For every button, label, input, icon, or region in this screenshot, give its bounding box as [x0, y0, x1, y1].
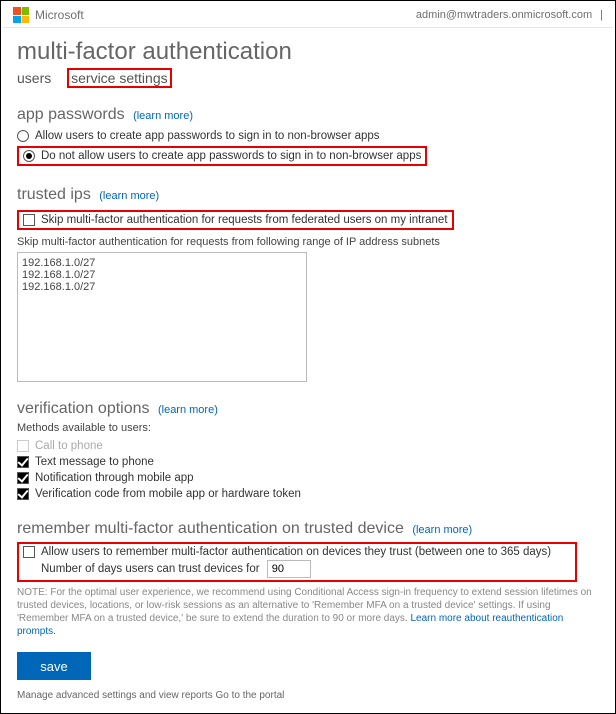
radio-disallow-app-passwords-label: Do not allow users to create app passwor… — [41, 150, 421, 162]
remember-mfa-learn-more-link[interactable]: (learn more) — [412, 524, 472, 536]
checkbox-skip-federated-label: Skip multi-factor authentication for req… — [41, 214, 448, 226]
header-divider: | — [600, 9, 603, 21]
radio-allow-app-passwords[interactable] — [17, 130, 29, 142]
trusted-ips-learn-more-link[interactable]: (learn more) — [99, 190, 159, 202]
checkbox-app-notification-label: Notification through mobile app — [35, 472, 194, 484]
section-remember-mfa: remember multi-factor authentication on … — [17, 520, 599, 538]
trust-days-input[interactable] — [267, 560, 311, 578]
subnet-range-label: Skip multi-factor authentication for req… — [17, 236, 599, 248]
header-bar: Microsoft admin@mwtraders.onmicrosoft.co… — [3, 3, 613, 28]
tab-users[interactable]: users — [17, 70, 51, 86]
verification-learn-more-link[interactable]: (learn more) — [158, 404, 218, 416]
checkbox-remember-mfa[interactable] — [23, 546, 35, 558]
checkbox-app-notification[interactable] — [17, 472, 29, 484]
page-title: multi-factor authentication — [17, 38, 599, 66]
trust-days-label: Number of days users can trust devices f… — [41, 563, 260, 575]
radio-disallow-app-passwords[interactable] — [23, 150, 35, 162]
checkbox-text-to-phone-label: Text message to phone — [35, 456, 154, 468]
save-button[interactable]: save — [17, 652, 91, 680]
section-app-passwords-label: app passwords — [17, 106, 125, 123]
radio-allow-app-passwords-label: Allow users to create app passwords to s… — [35, 130, 380, 142]
section-trusted-ips-label: trusted ips — [17, 186, 91, 203]
section-trusted-ips: trusted ips (learn more) — [17, 186, 599, 204]
section-app-passwords: app passwords (learn more) — [17, 106, 599, 124]
section-verification-options: verification options (learn more) — [17, 400, 599, 418]
checkbox-app-code[interactable] — [17, 488, 29, 500]
microsoft-logo-icon — [13, 7, 29, 23]
checkbox-remember-mfa-label: Allow users to remember multi-factor aut… — [41, 546, 551, 558]
section-remember-mfa-label: remember multi-factor authentication on … — [17, 520, 404, 537]
checkbox-call-to-phone-label: Call to phone — [35, 440, 103, 452]
signed-in-user: admin@mwtraders.onmicrosoft.com — [416, 9, 592, 21]
checkbox-app-code-label: Verification code from mobile app or har… — [35, 488, 301, 500]
app-passwords-learn-more-link[interactable]: (learn more) — [133, 110, 193, 122]
checkbox-text-to-phone[interactable] — [17, 456, 29, 468]
methods-available-label: Methods available to users: — [17, 422, 599, 434]
checkbox-call-to-phone — [17, 440, 29, 452]
checkbox-skip-federated[interactable] — [23, 214, 35, 226]
trusted-ip-subnets-input[interactable] — [17, 252, 307, 382]
section-verification-options-label: verification options — [17, 400, 150, 417]
remember-note: NOTE: For the optimal user experience, w… — [17, 586, 599, 638]
brand-text: Microsoft — [35, 8, 84, 22]
microsoft-logo: Microsoft — [13, 7, 84, 23]
tab-service-settings[interactable]: service settings — [67, 68, 171, 88]
bottom-cut-text: Manage advanced settings and view report… — [17, 690, 599, 701]
